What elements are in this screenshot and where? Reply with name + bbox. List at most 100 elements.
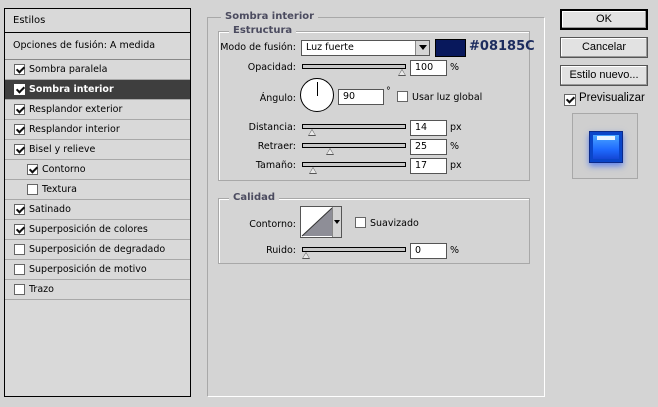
noise-slider[interactable] [302,247,406,259]
style-item-checkbox[interactable] [27,184,38,195]
opacity-slider-track [302,64,406,69]
style-item-superposición-de-degradado[interactable]: Superposición de degradado [5,240,190,260]
opacity-slider[interactable] [302,64,406,76]
preview-thumbnail [572,113,638,179]
quality-title: Calidad [229,192,280,203]
style-item-label: Resplandor exterior [29,104,123,115]
blend-mode-select[interactable]: Luz fuerte [301,40,430,56]
choke-slider-thumb[interactable] [326,148,334,155]
style-item-trazo[interactable]: Trazo [5,280,190,300]
size-label: Tamaño: [255,160,296,171]
style-item-label: Superposición de motivo [29,264,147,275]
style-item-label: Sombra paralela [29,64,108,75]
structure-title: Estructura [229,25,297,36]
style-item-checkbox[interactable] [27,164,38,175]
opacity-unit: % [450,62,460,73]
size-slider-track [302,162,406,167]
opacity-label: Opacidad: [247,62,296,73]
style-item-label: Sombra interior [29,84,114,95]
size-input[interactable]: 17 [410,158,447,174]
style-item-label: Satinado [29,204,71,215]
new-style-button[interactable]: Estilo nuevo... [560,65,648,86]
angle-dial[interactable] [300,78,334,112]
distance-slider-track [302,124,406,129]
size-unit: px [450,160,462,171]
antialias-label: Suavizado [370,218,419,229]
contour-dropdown-button[interactable] [332,207,341,237]
choke-input[interactable]: 25 [410,139,447,155]
angle-input[interactable]: 90 [338,89,384,105]
choke-slider-track [302,143,406,148]
angle-dial-needle [317,82,318,96]
style-item-checkbox[interactable] [14,284,25,295]
style-item-label: Superposición de degradado [29,244,166,255]
size-slider-thumb[interactable] [308,167,317,174]
global-light-checkbox[interactable] [397,91,408,102]
chevron-down-icon[interactable] [415,41,429,55]
blend-options-item[interactable]: Opciones de fusión: A medida [5,33,190,60]
style-item-checkbox[interactable] [14,124,25,135]
preview-swatch-highlight [597,136,615,140]
style-item-label: Trazo [29,284,54,295]
style-item-superposición-de-colores[interactable]: Superposición de colores [5,220,190,240]
style-item-sombra-interior[interactable]: Sombra interior [5,80,190,100]
contour-picker[interactable] [300,206,342,238]
preview-swatch-square [589,131,623,163]
style-item-checkbox[interactable] [14,104,25,115]
noise-label: Ruido: [266,245,296,256]
style-item-satinado[interactable]: Satinado [5,200,190,220]
contour-curve-icon [301,207,333,237]
noise-slider-thumb[interactable] [302,252,310,259]
opacity-input[interactable]: 100 [410,60,447,76]
preview-label: Previsualizar [579,92,645,104]
style-item-checkbox[interactable] [14,144,25,155]
choke-label: Retraer: [257,141,296,152]
preview-checkbox[interactable] [564,94,576,106]
style-item-checkbox[interactable] [14,64,25,75]
distance-slider[interactable] [302,124,406,136]
angle-label: Ángulo: [259,93,296,104]
style-item-checkbox[interactable] [14,224,25,235]
style-item-label: Textura [42,184,77,195]
choke-unit: % [450,141,460,152]
cancel-button[interactable]: Cancelar [560,37,648,58]
distance-slider-thumb[interactable] [307,129,316,136]
noise-unit: % [450,245,460,256]
style-item-checkbox[interactable] [14,84,25,95]
noise-input[interactable]: 0 [410,243,447,259]
global-light-label: Usar luz global [412,92,483,103]
style-item-checkbox[interactable] [14,204,25,215]
style-item-checkbox[interactable] [14,264,25,275]
style-item-textura[interactable]: Textura [5,180,190,200]
style-item-bisel-y-relieve[interactable]: Bisel y relieve [5,140,190,160]
style-item-contorno[interactable]: Contorno [5,160,190,180]
color-hex-readout: #08185C [469,39,535,54]
choke-slider[interactable] [302,143,406,155]
style-item-label: Resplandor interior [29,124,120,135]
style-item-sombra-paralela[interactable]: Sombra paralela [5,60,190,80]
style-item-label: Superposición de colores [29,224,148,235]
antialias-checkbox[interactable] [355,217,366,228]
degree-unit: ° [386,86,391,97]
ok-button[interactable]: OK [560,9,648,30]
styles-header[interactable]: Estilos [5,9,190,33]
opacity-slider-thumb[interactable] [398,69,406,76]
style-item-superposición-de-motivo[interactable]: Superposición de motivo [5,260,190,280]
size-slider[interactable] [302,162,406,174]
distance-input[interactable]: 14 [410,120,447,136]
blend-options-label: Opciones de fusión: A medida [13,40,156,51]
section-title: Sombra interior [221,11,319,22]
style-item-resplandor-exterior[interactable]: Resplandor exterior [5,100,190,120]
distance-unit: px [450,122,462,133]
contour-label: Contorno: [249,219,296,230]
blend-mode-value: Luz fuerte [306,42,354,53]
noise-slider-track [302,247,406,252]
chevron-down-icon [334,220,340,224]
style-item-resplandor-interior[interactable]: Resplandor interior [5,120,190,140]
style-item-checkbox[interactable] [14,244,25,255]
style-item-label: Bisel y relieve [29,144,96,155]
shadow-color-swatch[interactable] [435,39,466,57]
blend-mode-label: Modo de fusión: [220,42,296,53]
style-item-label: Contorno [42,164,86,175]
styles-panel: Estilos Opciones de fusión: A medida Som… [4,8,191,397]
